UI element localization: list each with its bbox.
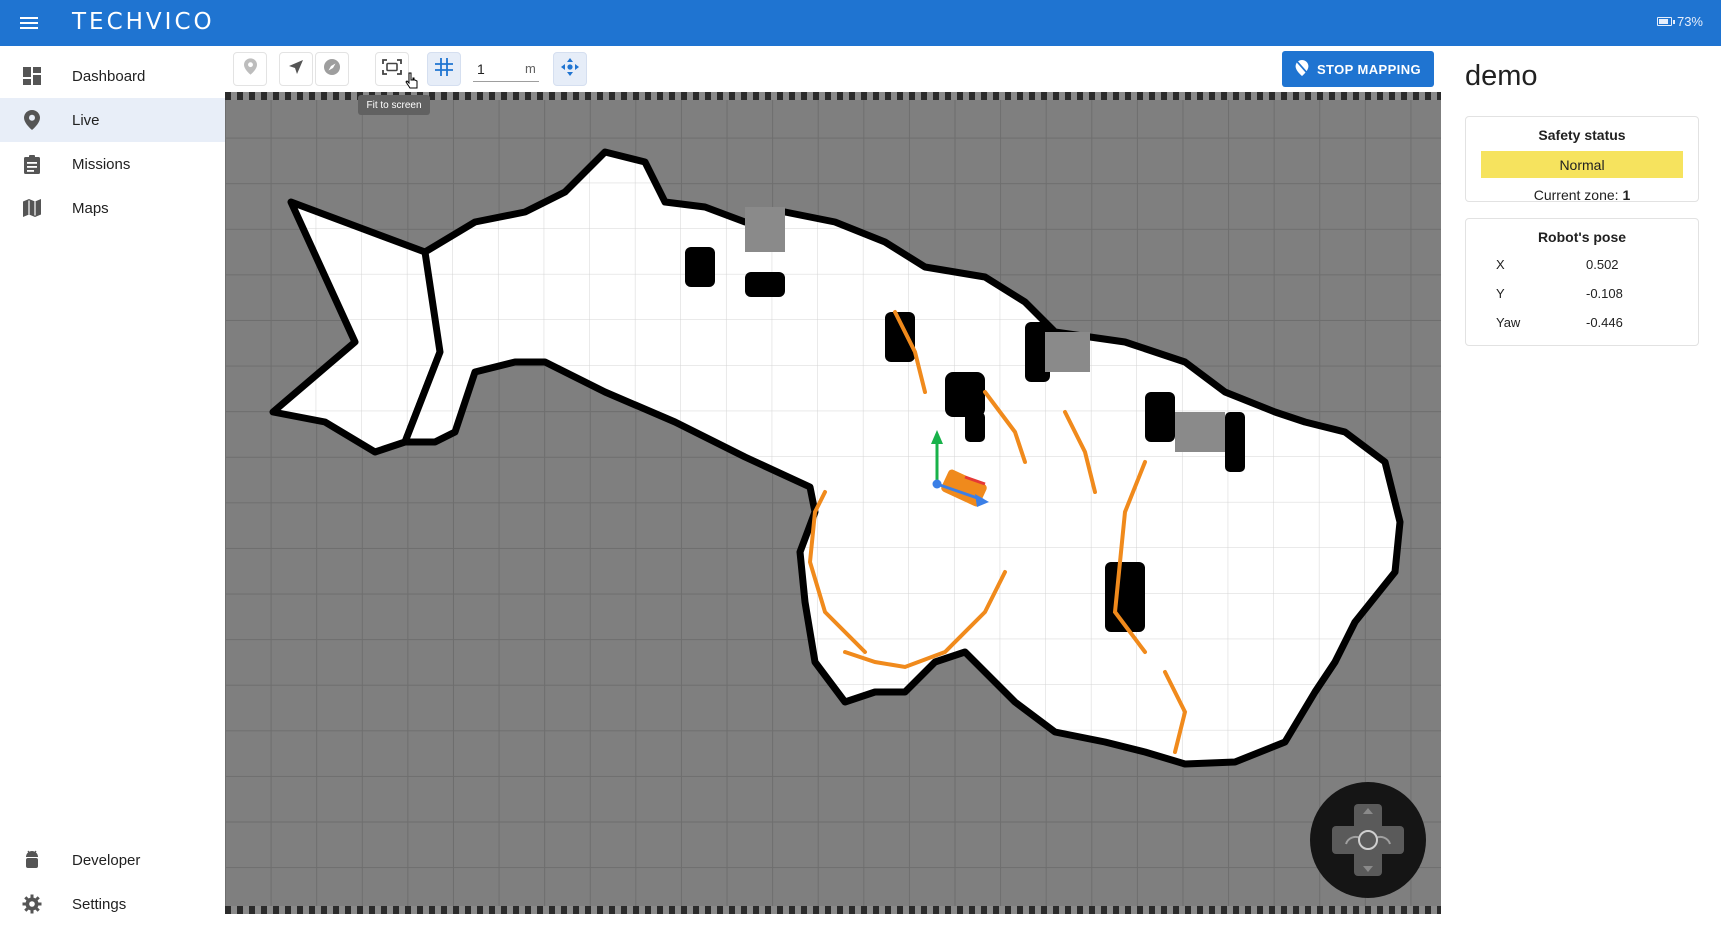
unknown-patch (1175, 412, 1225, 452)
safety-status-title: Safety status (1538, 127, 1626, 143)
unknown-patch (1045, 332, 1090, 372)
occupancy-grid (269, 148, 1404, 768)
robot-name: demo (1465, 60, 1538, 92)
stop-mapping-button[interactable]: STOP MAPPING (1282, 51, 1434, 87)
pose-value: -0.108 (1586, 286, 1623, 301)
obstacle-cluster (1105, 562, 1145, 632)
obstacle-cluster (1145, 392, 1175, 442)
compass-button[interactable] (315, 52, 349, 86)
sidebar-item-label: Settings (72, 895, 127, 913)
sidebar-item-missions[interactable]: Missions (0, 142, 225, 186)
navigate-button[interactable] (279, 52, 313, 86)
location-pin-icon (22, 110, 42, 130)
clipboard-icon (22, 154, 42, 174)
joystick-control[interactable] (1310, 782, 1426, 898)
unknown-patch (745, 207, 785, 252)
grid-toggle-button[interactable] (427, 52, 461, 86)
stop-mapping-icon (1295, 59, 1309, 79)
current-zone-value: 1 (1622, 187, 1631, 203)
joystick-toggle-icon (560, 57, 580, 82)
fit-to-screen-tooltip: Fit to screen (358, 95, 430, 115)
pose-key: Yaw (1496, 315, 1521, 330)
android-icon (22, 850, 42, 870)
set-pose-pin-icon (243, 58, 257, 80)
sidebar-item-settings[interactable]: Settings (0, 882, 225, 926)
menu-icon[interactable] (16, 11, 44, 35)
grid-scale-unit: m (525, 61, 536, 76)
sidebar-item-label: Maps (72, 199, 109, 217)
safety-status-card: Safety status Normal Current zone: 1 (1465, 116, 1699, 203)
obstacle-cluster (685, 247, 715, 287)
map-icon (22, 198, 42, 218)
map-canvas[interactable] (225, 92, 1441, 914)
battery-indicator: 73% (1656, 14, 1703, 29)
compass-icon (323, 58, 341, 81)
pose-value: -0.446 (1586, 315, 1623, 330)
joystick-toggle-button[interactable] (553, 52, 587, 86)
sidebar-item-maps[interactable]: Maps (0, 186, 225, 230)
sidebar-item-dashboard[interactable]: Dashboard (0, 54, 225, 98)
battery-icon (1656, 17, 1675, 26)
pose-value: 0.502 (1586, 257, 1619, 272)
pose-key: Y (1496, 286, 1505, 301)
sidebar-item-label: Developer (72, 851, 141, 869)
navigate-arrow-icon (288, 59, 304, 80)
obstacle-cluster (965, 412, 985, 442)
stop-mapping-label: STOP MAPPING (1316, 61, 1421, 77)
battery-label: 73% (1676, 14, 1703, 29)
safety-status-badge: Normal (1481, 151, 1683, 178)
dashboard-icon (22, 66, 42, 86)
current-zone-label: Current zone: (1533, 187, 1623, 203)
free-area-main (401, 148, 1404, 768)
fit-to-screen-button[interactable] (375, 52, 409, 86)
obstacle-cluster (1225, 412, 1245, 472)
robot-pose-card: Robot's pose X 0.502 Y -0.108 Yaw -0.446 (1465, 218, 1699, 346)
obstacle-cluster (945, 372, 985, 417)
sidebar-item-label: Missions (72, 155, 131, 173)
fit-to-screen-icon (382, 58, 402, 80)
sidebar-item-live[interactable]: Live (0, 98, 225, 142)
pose-key: X (1496, 257, 1505, 272)
sidebar-item-label: Dashboard (72, 67, 146, 85)
app-logo: TECHVICO (72, 9, 215, 35)
app-bar: TECHVICO 73% (0, 0, 1721, 46)
set-pose-pin-button[interactable] (233, 52, 267, 86)
sidebar-item-developer[interactable]: Developer (0, 838, 225, 882)
robot-panel: demo Safety status Normal Current zone: … (1441, 46, 1721, 914)
current-zone: Current zone: 1 (1466, 187, 1698, 203)
obstacle-cluster (745, 272, 785, 297)
grid-icon (435, 57, 453, 81)
gear-icon (22, 894, 42, 914)
robot-pose-title: Robot's pose (1537, 229, 1627, 245)
sidebar-item-label: Live (72, 111, 100, 129)
sidebar: Dashboard Live Missions Maps Developer S… (0, 46, 225, 914)
